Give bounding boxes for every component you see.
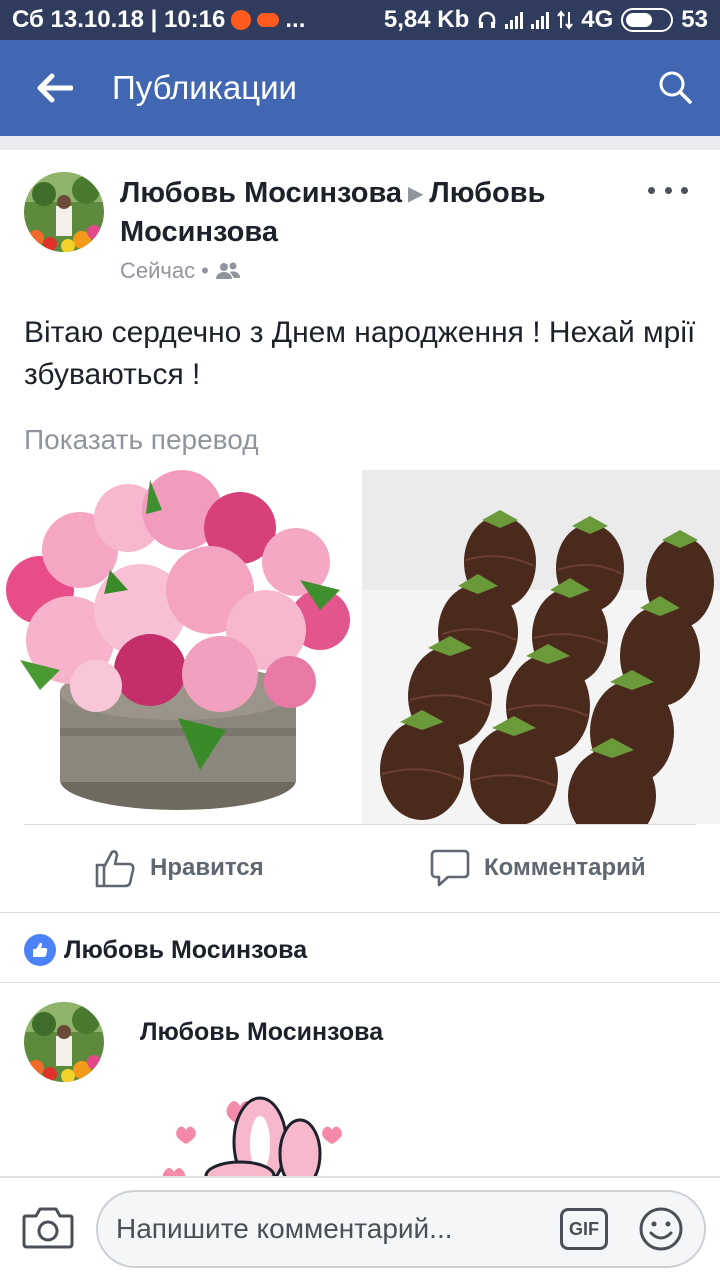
notification-app-icon: [231, 10, 252, 30]
status-speed: 5,84 Kb: [383, 6, 470, 33]
app-bar: Публикации: [0, 40, 720, 136]
signal-icon-2: [531, 11, 550, 29]
search-icon: [659, 71, 692, 104]
like-reaction-icon: [24, 934, 56, 966]
post-time: Сейчас: [120, 258, 196, 283]
comments-divider: [0, 982, 720, 983]
headphones-icon: [479, 11, 496, 28]
camera-button[interactable]: [22, 1204, 74, 1250]
gif-button[interactable]: GIF: [560, 1208, 608, 1250]
more-dot-icon: [681, 186, 688, 194]
comment-button[interactable]: Комментарий: [430, 840, 646, 896]
bunny-sticker-image: [162, 1096, 342, 1176]
status-datetime: Сб 13.10.18 | 10:16: [12, 6, 226, 33]
comment-sticker[interactable]: [160, 1090, 360, 1176]
more-dot-icon: [648, 186, 655, 194]
search-button[interactable]: [656, 68, 696, 108]
meta-separator-icon: •: [201, 258, 209, 283]
post-author-name[interactable]: Любовь Мосинзова: [120, 177, 402, 209]
thumbs-up-icon: [95, 850, 135, 888]
comment-input[interactable]: [116, 1192, 536, 1266]
status-more-dots: ...: [285, 6, 306, 33]
liker-name: Любовь Мосинзова: [64, 935, 308, 964]
avatar-photo: [24, 1002, 104, 1082]
chocolate-strawberries-image: [362, 470, 720, 824]
back-button[interactable]: [0, 40, 110, 136]
triangle-right-icon: ▶: [408, 183, 424, 206]
post-author-line: Любовь Мосинзова ▶ Любовь Мосинзова: [120, 174, 620, 251]
page-title: Публикации: [112, 69, 297, 106]
battery-icon: [621, 8, 674, 32]
author-avatar[interactable]: [24, 172, 104, 252]
reactions-summary[interactable]: Любовь Мосинзова: [24, 934, 307, 966]
back-arrow-icon: [37, 73, 73, 103]
feed-gap: [0, 136, 720, 150]
comment-composer: GIF: [0, 1176, 720, 1280]
photo-divider: [24, 824, 696, 825]
camera-icon: [22, 1207, 74, 1249]
comment-author-name[interactable]: Любовь Мосинзова: [140, 1018, 383, 1047]
flower-box-image: [6, 470, 350, 810]
like-button[interactable]: Нравится: [94, 840, 264, 896]
post-text: Вітаю сердечно з Днем народження ! Нехай…: [24, 316, 696, 391]
emoji-button[interactable]: [638, 1206, 684, 1252]
avatar-photo: [24, 172, 104, 252]
more-dot-icon: [664, 186, 672, 194]
soundcloud-icon: [257, 13, 280, 27]
battery-level: 53: [681, 6, 708, 33]
friends-audience-icon: [215, 262, 240, 279]
smiley-icon: [639, 1207, 683, 1251]
signal-icon: [505, 11, 524, 29]
commenter-avatar[interactable]: [24, 1002, 104, 1082]
comment-label: Комментарий: [484, 854, 646, 881]
post-meta: Сейчас •: [120, 258, 241, 284]
comment-input-box[interactable]: GIF: [96, 1190, 706, 1268]
show-translation-link[interactable]: Показать перевод: [24, 424, 259, 456]
post-more-options-button[interactable]: [648, 178, 688, 202]
data-transfer-icon: [557, 10, 574, 30]
network-type: 4G: [581, 6, 614, 33]
post-photo-flowers[interactable]: [0, 470, 358, 824]
like-label: Нравится: [150, 854, 264, 881]
post-photo-strawberries[interactable]: [362, 470, 720, 824]
comment-bubble-icon: [430, 849, 470, 887]
actions-divider: [0, 912, 720, 913]
status-bar: Сб 13.10.18 | 10:16 ... 5,84 Kb 4G 53: [0, 0, 720, 40]
